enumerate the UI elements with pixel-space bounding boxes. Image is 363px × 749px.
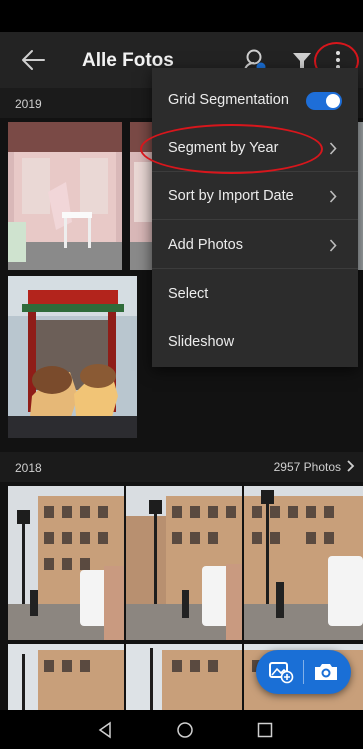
chevron-right-icon [329,239,337,252]
menu-item-label: Add Photos [168,237,243,253]
toggle-knob [326,94,340,108]
menu-item-slideshow[interactable]: Slideshow [152,318,358,366]
photo-count[interactable]: 2957 Photos [274,460,341,474]
menu-item-select[interactable]: Select [152,270,358,318]
status-bar [0,0,363,32]
menu-item-sort-by-import-date[interactable]: Sort by Import Date [152,172,358,220]
nav-recents-icon[interactable] [256,721,274,739]
photo-thumbnail[interactable] [126,644,242,710]
menu-item-label: Grid Segmentation [168,92,289,108]
system-nav-bar [0,710,363,749]
overflow-menu: Grid Segmentation Segment by Year Sort b… [152,68,358,367]
photo-thumbnail[interactable] [8,276,137,438]
menu-item-grid-segmentation[interactable]: Grid Segmentation [152,76,358,124]
grid-segmentation-toggle[interactable] [306,92,342,110]
arrow-left-icon[interactable] [20,48,46,72]
photo-thumbnail[interactable] [8,644,124,710]
menu-item-label: Slideshow [168,334,235,350]
chevron-right-icon[interactable] [346,460,355,472]
menu-item-label: Sort by Import Date [168,188,294,204]
photo-thumbnail[interactable] [8,486,124,640]
chevron-right-icon [329,190,337,203]
floating-action-bar [256,650,351,694]
nav-back-icon[interactable] [96,721,114,739]
year-label: 2019 [15,97,42,111]
photo-thumbnail[interactable] [8,122,122,270]
menu-item-label: Select [168,286,209,302]
fab-divider [303,660,304,684]
add-photo-icon[interactable] [268,660,294,684]
year-label: 2018 [15,461,42,475]
menu-item-add-photos[interactable]: Add Photos [152,221,358,269]
year-header-2018: 2018 2957 Photos [0,452,363,482]
photo-thumbnail[interactable] [126,486,242,640]
nav-home-icon[interactable] [176,721,194,739]
photo-thumbnail[interactable] [244,486,363,640]
chevron-right-icon [329,142,337,155]
annotation-ellipse [140,124,323,174]
camera-icon[interactable] [313,660,339,684]
